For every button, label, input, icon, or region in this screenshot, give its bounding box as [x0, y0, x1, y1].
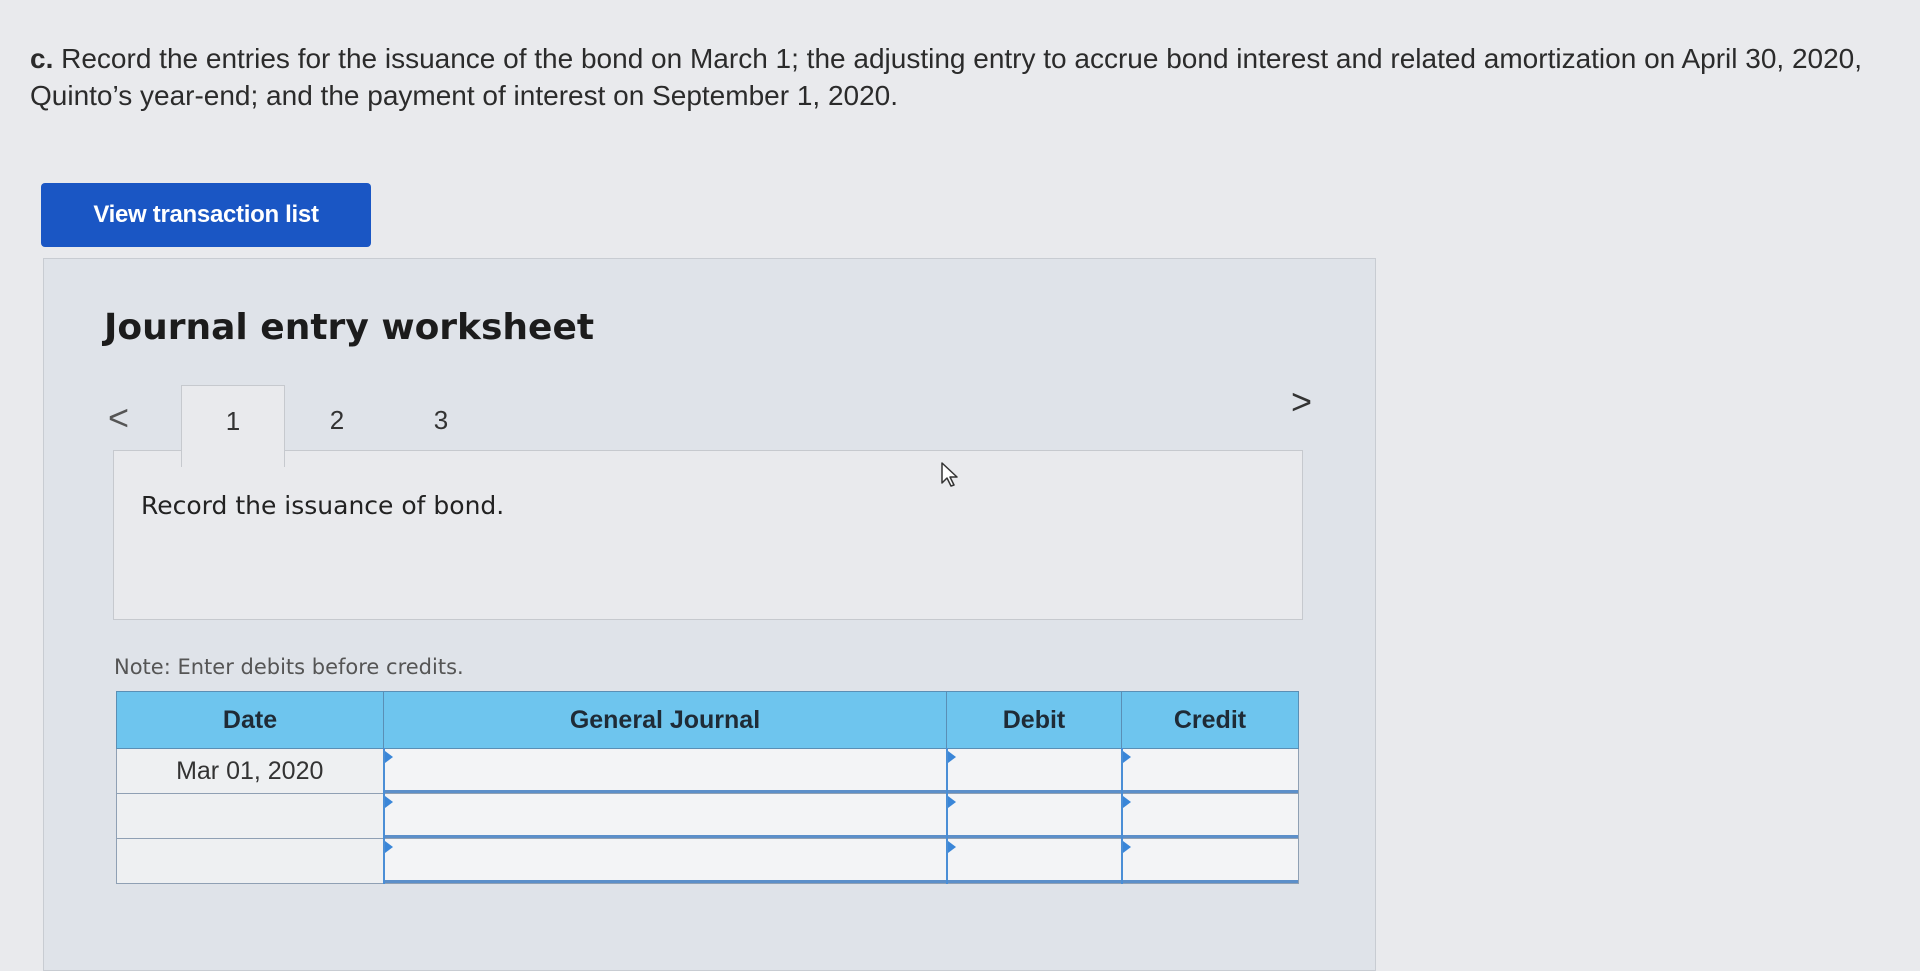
table-row: [116, 838, 1299, 884]
credit-input[interactable]: [1122, 794, 1298, 838]
mouse-pointer-icon: [941, 462, 958, 487]
debit-input[interactable]: [947, 839, 1121, 883]
account-input[interactable]: [384, 794, 946, 838]
date-cell: [116, 838, 384, 884]
account-input[interactable]: [384, 749, 946, 793]
question-text: c. Record the entries for the issuance o…: [30, 40, 1890, 114]
date-header: Date: [116, 691, 384, 749]
question-prefix: c.: [30, 43, 54, 74]
credit-cell[interactable]: [1120, 838, 1299, 884]
table-row: [116, 793, 1299, 839]
question-body: Record the entries for the issuance of t…: [30, 43, 1863, 111]
debit-cell[interactable]: [945, 838, 1122, 884]
account-input[interactable]: [384, 839, 946, 883]
instruction-box: Record the issuance of bond.: [113, 450, 1303, 620]
table-row: Mar 01, 2020: [116, 748, 1299, 794]
note-text: Note: Enter debits before credits.: [114, 655, 464, 679]
debit-input[interactable]: [947, 749, 1121, 793]
credit-input[interactable]: [1122, 839, 1298, 883]
general-journal-header: General Journal: [383, 691, 947, 749]
debit-cell[interactable]: [945, 793, 1122, 839]
worksheet-title: Journal entry worksheet: [104, 307, 595, 348]
view-transaction-list-button[interactable]: View transaction list: [41, 183, 371, 247]
journal-table: Date General Journal Debit Credit Mar 01…: [116, 691, 1299, 884]
debit-input[interactable]: [947, 794, 1121, 838]
date-cell: [116, 793, 384, 839]
journal-entry-worksheet-panel: Journal entry worksheet < > 1 2 3 Record…: [43, 258, 1376, 971]
account-cell[interactable]: [382, 838, 947, 884]
previous-icon[interactable]: <: [108, 397, 129, 439]
instruction-text: Record the issuance of bond.: [141, 491, 505, 520]
debit-header: Debit: [946, 691, 1122, 749]
credit-header: Credit: [1121, 691, 1299, 749]
tab-1[interactable]: 1: [181, 385, 285, 467]
debit-cell[interactable]: [945, 748, 1122, 794]
account-cell[interactable]: [382, 793, 947, 839]
credit-input[interactable]: [1122, 749, 1298, 793]
journal-header-row: Date General Journal Debit Credit: [116, 691, 1299, 749]
account-cell[interactable]: [382, 748, 947, 794]
date-cell: Mar 01, 2020: [116, 748, 384, 794]
next-icon[interactable]: >: [1291, 381, 1312, 423]
credit-cell[interactable]: [1120, 793, 1299, 839]
credit-cell[interactable]: [1120, 748, 1299, 794]
